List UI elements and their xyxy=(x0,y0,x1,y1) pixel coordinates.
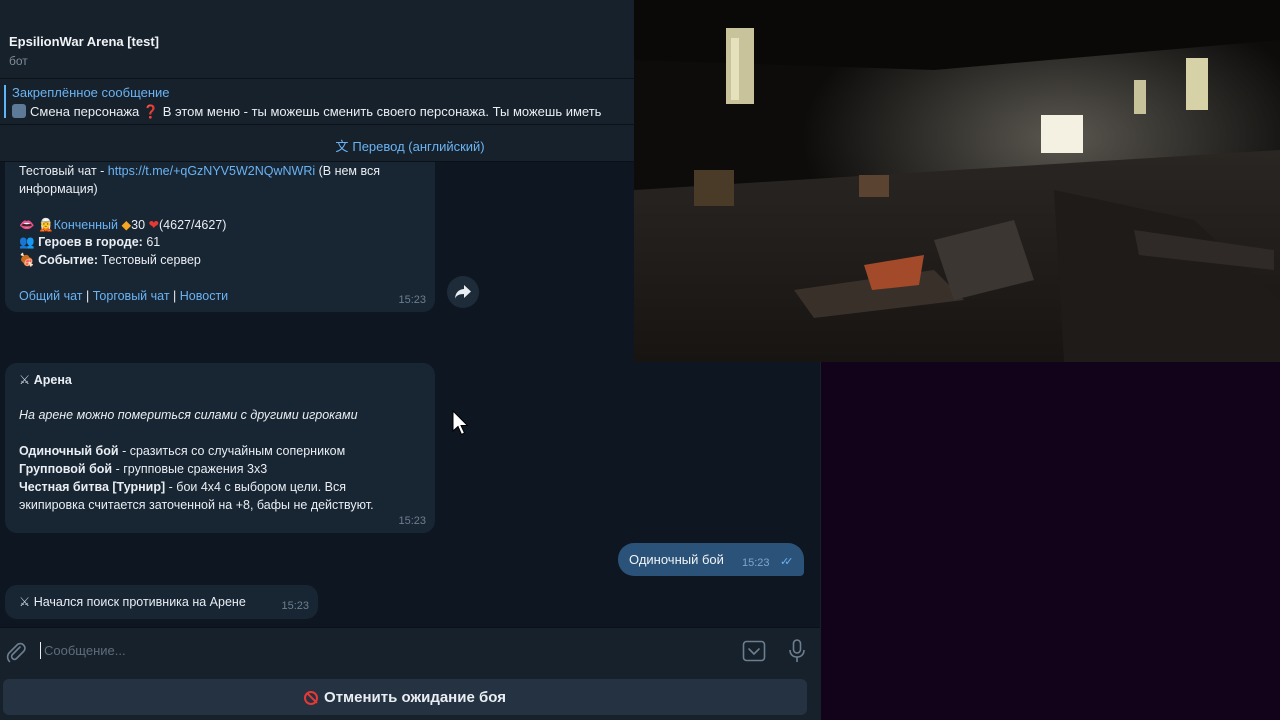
trade-chat-link[interactable]: Торговый чат xyxy=(93,289,170,303)
chat-links-line: Общий чат | Торговый чат | Новости xyxy=(19,289,228,303)
character-level: 30 xyxy=(131,218,146,232)
pinned-title: Закреплённое сообщение xyxy=(12,85,170,100)
arena-title: Арена xyxy=(33,373,72,387)
news-link[interactable]: Новости xyxy=(180,289,228,303)
video-overlay xyxy=(634,0,1280,362)
links-separator: | xyxy=(86,289,90,303)
meat-icon: 🍖 xyxy=(19,253,35,267)
single-battle-line: Одиночный бой - сразиться со случайным с… xyxy=(19,444,345,458)
single-battle-label: Одиночный бой xyxy=(19,444,119,458)
no-entry-icon xyxy=(304,691,319,705)
text-caret xyxy=(40,642,41,659)
attach-icon[interactable] xyxy=(6,641,26,663)
general-chat-link[interactable]: Общий чат xyxy=(19,289,83,303)
forward-button[interactable] xyxy=(447,276,479,308)
window-top-strip xyxy=(0,0,634,24)
bot-keyboard: Отменить ожидание боя xyxy=(0,676,820,720)
test-chat-line-2: информация) xyxy=(19,182,98,196)
side-panel xyxy=(821,362,1280,720)
outgoing-text: Одиночный бой xyxy=(629,552,724,567)
test-chat-link[interactable]: https://t.me/+qGzNYV5W2NQwNWRi xyxy=(108,164,315,178)
character-hp: (4627/4627) xyxy=(159,218,227,232)
outgoing-message: Одиночный бой 15:23 ✓✓ xyxy=(618,543,804,576)
forward-icon xyxy=(455,285,471,299)
warehouse-scene-image xyxy=(634,0,1280,362)
arena-message: ⚔ Арена На арене можно помериться силами… xyxy=(5,363,435,533)
heart-icon: ❤ xyxy=(148,218,159,232)
character-line: 👄 🧝Конченный ◆30 ❤(4627/4627) xyxy=(19,217,226,233)
links-separator: | xyxy=(173,289,177,303)
group-battle-desc: - групповые сражения 3x3 xyxy=(112,462,268,476)
single-battle-desc: - сразиться со случайным соперником xyxy=(118,444,346,458)
arena-intro: На арене можно помериться силами с други… xyxy=(19,408,358,422)
heroes-line: 👥 Героев в городе: 61 xyxy=(19,235,160,250)
fair-battle-label: Честная битва [Турнир] xyxy=(19,480,166,494)
pinned-text: Смена персонажа ❓ В этом меню - ты можеш… xyxy=(30,104,602,119)
message-time: 15:23 xyxy=(398,294,426,306)
test-chat-label: Тестовый чат - xyxy=(19,164,108,178)
cancel-wait-label: Отменить ожидание боя xyxy=(324,689,506,706)
pinned-accent-bar xyxy=(4,85,6,118)
crossed-swords-icon: ⚔ xyxy=(19,595,31,609)
event-value: Тестовый сервер xyxy=(101,253,201,267)
translate-label: Перевод (английский) xyxy=(352,139,485,154)
double-check-icon: ✓✓ xyxy=(780,556,794,568)
chat-header[interactable]: EpsilionWar Arena [test] бот xyxy=(0,24,634,79)
character-name-link[interactable]: Конченный xyxy=(54,218,118,232)
microphone-icon[interactable] xyxy=(788,639,806,663)
cancel-wait-button[interactable]: Отменить ожидание боя xyxy=(3,679,807,715)
test-chat-suffix: (В нем вся xyxy=(315,164,381,178)
translate-icon: 文 xyxy=(335,139,349,154)
search-text: Начался поиск противника на Арене xyxy=(33,595,246,609)
message-time: 15:23 xyxy=(398,515,426,527)
cancel-wait-label-wrap: Отменить ожидание боя xyxy=(304,689,506,706)
message-time: 15:23 xyxy=(281,600,309,612)
event-line: 🍖 Событие: Тестовый сервер xyxy=(19,253,201,268)
crossed-swords-icon: ⚔ xyxy=(19,373,31,387)
message-time: 15:23 xyxy=(742,557,770,569)
group-battle-line: Групповой бой - групповые сражения 3x3 xyxy=(19,462,267,476)
group-battle-label: Групповой бой xyxy=(19,462,113,476)
translate-bar[interactable]: 文 Перевод (английский) xyxy=(0,125,634,162)
character-swap-icon xyxy=(12,104,26,118)
arena-title-line: ⚔ Арена xyxy=(19,372,72,387)
mouse-cursor-icon xyxy=(452,410,469,436)
message-input[interactable]: Сообщение... xyxy=(44,643,126,658)
bot-keyboard-icon[interactable] xyxy=(742,640,766,662)
level-icon: ◆ xyxy=(121,218,132,232)
heroes-value: 61 xyxy=(146,235,161,249)
chat-subtitle: бот xyxy=(9,54,28,68)
character-icon: 🧝 xyxy=(38,218,54,232)
fair-battle-line: Честная битва [Турнир] - бои 4x4 с выбор… xyxy=(19,480,346,494)
info-message: Тестовый чат - https://t.me/+qGzNYV5W2NQ… xyxy=(5,150,435,312)
fair-battle-desc-2: экипировка считается заточенной на +8, б… xyxy=(19,498,374,512)
event-label: Событие: xyxy=(38,253,99,267)
search-message: ⚔ Начался поиск противника на Арене 15:2… xyxy=(5,585,318,619)
test-chat-line: Тестовый чат - https://t.me/+qGzNYV5W2NQ… xyxy=(19,164,380,178)
fair-battle-desc: - бои 4x4 с выбором цели. Вся xyxy=(165,480,347,494)
message-input-bar: Сообщение... xyxy=(0,627,820,676)
pinned-message[interactable]: Закреплённое сообщение Смена персонажа ❓… xyxy=(0,79,634,125)
chat-title: EpsilionWar Arena [test] xyxy=(9,34,160,49)
heroes-label: Героев в городе: xyxy=(38,235,143,249)
lips-icon: 👄 xyxy=(19,218,35,232)
search-line: ⚔ Начался поиск противника на Арене xyxy=(19,594,246,609)
people-icon: 👥 xyxy=(19,235,35,249)
pinned-text-line: Смена персонажа ❓ В этом меню - ты можеш… xyxy=(12,104,632,120)
